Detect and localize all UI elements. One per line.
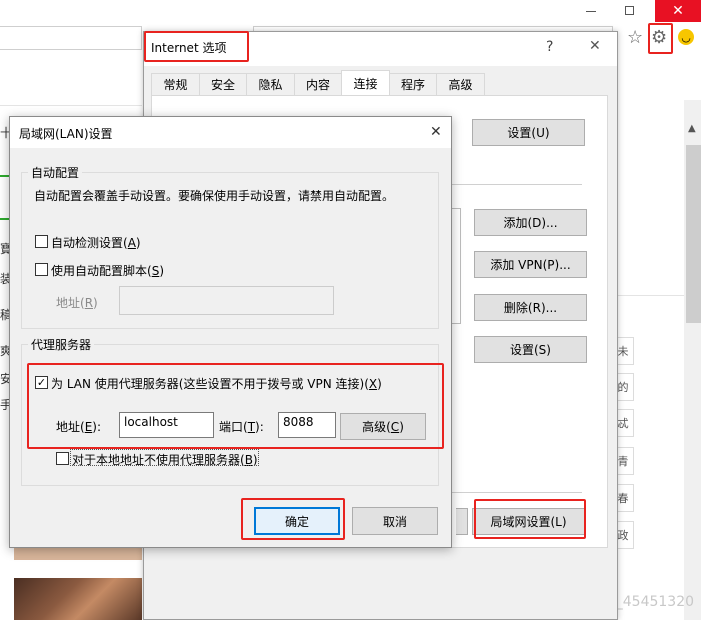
page-divider — [0, 105, 142, 106]
lan-settings-button[interactable]: 局域网设置(L) — [472, 508, 585, 535]
proxy-address-label: 地址(E): — [56, 420, 102, 434]
connections-separator — [452, 184, 582, 185]
tab-programs[interactable]: 程序 — [389, 73, 437, 95]
thumbnail-image[interactable] — [14, 548, 142, 560]
photo-image[interactable] — [14, 578, 142, 620]
bypass-local-focus-rect — [70, 449, 259, 466]
lan-dialog-title: 局域网(LAN)设置 — [19, 127, 113, 141]
proxy-address-input[interactable]: localhost — [119, 412, 214, 438]
tab-privacy[interactable]: 隐私 — [246, 73, 295, 95]
ok-button[interactable]: 确定 — [254, 507, 340, 535]
hidden-ok-button[interactable] — [456, 508, 468, 535]
restore-icon[interactable] — [625, 6, 634, 15]
auto-config-group-title: 自动配置 — [28, 164, 83, 181]
bypass-local-checkbox[interactable] — [56, 452, 69, 465]
scrollbar-thumb[interactable] — [686, 145, 701, 323]
tab-security[interactable]: 安全 — [199, 73, 247, 95]
tab-general[interactable]: 常规 — [151, 73, 200, 95]
tab-connections[interactable]: 连接 — [341, 70, 390, 96]
gear-icon[interactable]: ⚙ — [651, 27, 667, 48]
use-proxy-checkbox[interactable]: ✓ — [35, 376, 48, 389]
use-proxy-label[interactable]: 为 LAN 使用代理服务器(这些设置不用于拨号或 VPN 连接)(X) — [51, 375, 382, 392]
auto-detect-label[interactable]: 自动检测设置(A) — [51, 234, 141, 251]
smiley-icon[interactable]: ◡ — [678, 29, 694, 45]
auto-config-description: 自动配置会覆盖手动设置。要确保使用手动设置，请禁用自动配置。 — [34, 189, 395, 203]
settings-button[interactable]: 设置(S) — [474, 336, 587, 363]
tab-content[interactable]: 内容 — [294, 73, 342, 95]
script-address-label: 地址(R) — [56, 296, 98, 310]
scroll-up-icon[interactable]: ▲ — [688, 123, 696, 134]
port-label: 端口(T): — [219, 420, 264, 434]
lan-dialog-close-button[interactable]: ✕ — [430, 124, 442, 140]
internet-options-close-button[interactable]: ✕ — [589, 38, 601, 54]
address-bar[interactable] — [0, 26, 142, 50]
help-button[interactable]: ? — [546, 39, 553, 55]
setup-button[interactable]: 设置(U) — [472, 119, 585, 146]
cancel-button[interactable]: 取消 — [352, 507, 438, 535]
proxy-group-title: 代理服务器 — [28, 336, 95, 353]
script-address-input[interactable] — [119, 286, 334, 315]
favorites-star-icon[interactable]: ☆ — [627, 27, 643, 48]
window-close-button[interactable]: ✕ — [655, 0, 701, 22]
auto-script-checkbox[interactable] — [35, 263, 48, 276]
delete-button[interactable]: 删除(R)... — [474, 294, 587, 321]
internet-options-title: Internet 选项 — [151, 41, 227, 55]
add-button[interactable]: 添加(D)... — [474, 209, 587, 236]
auto-script-label[interactable]: 使用自动配置脚本(S) — [51, 262, 164, 279]
tab-advanced[interactable]: 高级 — [436, 73, 485, 95]
port-input[interactable]: 8088 — [278, 412, 336, 438]
minimize-icon[interactable] — [586, 11, 596, 12]
lan-separator — [452, 492, 582, 493]
right-panel-line — [612, 295, 684, 296]
auto-detect-checkbox[interactable] — [35, 235, 48, 248]
proxy-advanced-button[interactable]: 高级(C) — [340, 413, 426, 440]
add-vpn-button[interactable]: 添加 VPN(P)... — [474, 251, 587, 278]
